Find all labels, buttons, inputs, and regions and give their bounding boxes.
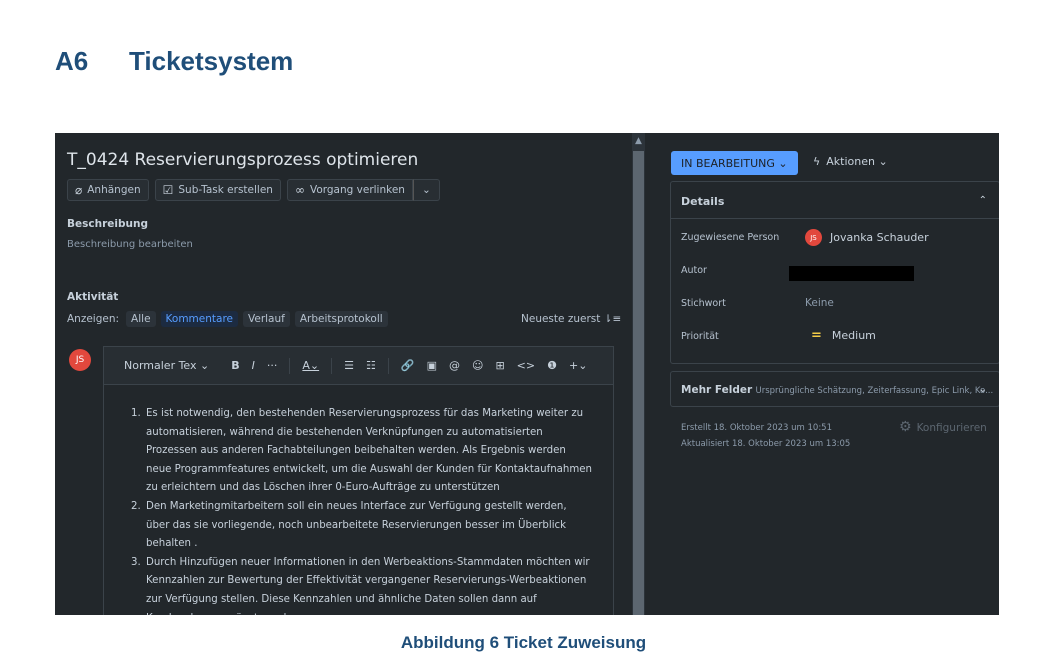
jira-screenshot: T_0424 Reservierungsprozess optimieren ⌀…: [55, 133, 999, 615]
toolbar-divider: [289, 357, 291, 374]
keyword-value[interactable]: Keine: [805, 297, 834, 309]
image-icon[interactable]: ▣: [427, 359, 437, 372]
activity-filters: Anzeigen: Alle Kommentare Verlauf Arbeit…: [67, 311, 388, 327]
details-panel: Details ⌃ Zugewiesene Person JS Jovanka …: [670, 181, 999, 364]
configure-label: Konfigurieren: [916, 422, 987, 434]
editor-toolbar: Normaler Tex ⌄ B I ··· A⌄ ☰ ☷ 🔗 ▣ @ ☺ ⊞ …: [104, 347, 613, 385]
filter-history[interactable]: Verlauf: [243, 311, 290, 327]
issue-main-pane: T_0424 Reservierungsprozess optimieren ⌀…: [55, 133, 632, 615]
activity-label: Aktivität: [67, 291, 119, 303]
chevron-down-icon[interactable]: ⌄: [979, 384, 987, 395]
priority-value[interactable]: = Medium: [805, 328, 876, 343]
more-fields-header: Mehr Felder Ursprüngliche Schätzung, Zei…: [681, 384, 993, 396]
subtask-label: Sub-Task erstellen: [178, 184, 273, 196]
more-fields-title: Mehr Felder: [681, 384, 753, 396]
actions-menu[interactable]: ϟ Aktionen ⌄: [813, 155, 888, 168]
subtask-icon: ☑: [162, 183, 174, 197]
issue-sidebar: IN BEARBEITUNG ⌄ ϟ Aktionen ⌄ Details ⌃ Z…: [645, 133, 999, 615]
assignee-name: Jovanka Schauder: [830, 231, 929, 244]
heading-number: A6: [55, 46, 89, 76]
attach-label: Anhängen: [87, 184, 141, 196]
link-issue-split: ∞ Vorgang verlinken ⌄: [286, 179, 440, 201]
link-issue-button[interactable]: ∞ Vorgang verlinken: [286, 179, 413, 201]
more-formatting-icon[interactable]: ···: [267, 359, 278, 372]
code-icon[interactable]: <>: [517, 359, 535, 372]
configure-button[interactable]: ⚙ Konfigurieren: [899, 419, 987, 435]
avatar: JS: [69, 349, 91, 371]
priority-label: Priorität: [681, 331, 719, 342]
paperclip-icon: ⌀: [75, 183, 83, 197]
emoji-icon[interactable]: ☺: [472, 359, 483, 372]
comment-editor[interactable]: Normaler Tex ⌄ B I ··· A⌄ ☰ ☷ 🔗 ▣ @ ☺ ⊞ …: [103, 346, 614, 615]
updated-timestamp: Aktualisiert 18. Oktober 2023 um 13:05: [681, 439, 851, 449]
description-label: Beschreibung: [67, 218, 148, 230]
issue-title[interactable]: T_0424 Reservierungsprozess optimieren: [67, 150, 418, 170]
info-icon[interactable]: ❶: [547, 359, 557, 372]
priority-text: Medium: [831, 329, 876, 342]
editor-content[interactable]: Es ist notwendig, den bestehenden Reserv…: [104, 385, 613, 615]
issue-action-buttons: ⌀ Anhängen ☑ Sub-Task erstellen ∞ Vorgang v…: [67, 179, 440, 201]
lightning-icon: ϟ: [813, 155, 821, 168]
keyword-label: Stichwort: [681, 298, 726, 309]
toolbar-divider: [387, 357, 389, 374]
toolbar-divider: [331, 357, 333, 374]
attach-button[interactable]: ⌀ Anhängen: [67, 179, 149, 201]
description-placeholder[interactable]: Beschreibung bearbeiten: [67, 239, 193, 250]
status-dropdown[interactable]: IN BEARBEITUNG ⌄: [671, 151, 798, 175]
details-title[interactable]: Details: [681, 195, 724, 208]
document-heading: A6 Ticketsystem: [55, 46, 293, 77]
insert-more-icon[interactable]: +⌄: [569, 359, 587, 372]
author-label: Autor: [681, 265, 707, 276]
chevron-down-icon: ⌄: [421, 184, 431, 196]
author-redacted: [789, 266, 914, 281]
list-item: Es ist notwendig, den bestehenden Reserv…: [144, 405, 593, 498]
more-actions-button[interactable]: ⌄: [412, 179, 440, 201]
figure-caption: Abbildung 6 Ticket Zuweisung: [400, 633, 647, 652]
scroll-up-icon[interactable]: ▲: [632, 136, 645, 146]
table-icon[interactable]: ⊞: [495, 359, 504, 372]
link-icon: ∞: [294, 183, 305, 197]
link-issue-label: Vorgang verlinken: [309, 184, 405, 196]
priority-medium-icon: =: [811, 328, 822, 343]
list-item: Durch Hinzufügen neuer Informationen in …: [144, 554, 593, 615]
created-timestamp: Erstellt 18. Oktober 2023 um 10:51: [681, 423, 832, 433]
filter-all[interactable]: Alle: [126, 311, 156, 327]
show-label: Anzeigen:: [67, 313, 120, 325]
actions-label: Aktionen ⌄: [826, 155, 888, 168]
italic-icon[interactable]: I: [252, 359, 255, 372]
mention-icon[interactable]: @: [449, 359, 460, 372]
filter-comments[interactable]: Kommentare: [160, 311, 238, 327]
filter-worklog[interactable]: Arbeitsprotokoll: [294, 311, 388, 327]
scrollbar[interactable]: ▲: [632, 133, 645, 615]
text-style-dropdown[interactable]: Normaler Tex ⌄: [124, 359, 209, 372]
scrollbar-thumb[interactable]: [633, 151, 644, 615]
assignee-label: Zugewiesene Person: [681, 232, 780, 243]
bold-icon[interactable]: B: [231, 359, 239, 372]
more-fields-list: Ursprüngliche Schätzung, Zeiterfassung, …: [755, 386, 994, 396]
heading-text: Ticketsystem: [129, 46, 294, 76]
gear-icon: ⚙: [899, 419, 912, 435]
link-icon[interactable]: 🔗: [401, 359, 415, 372]
avatar: JS: [805, 229, 822, 246]
list-item: Den Marketingmitarbeitern soll ein neues…: [144, 498, 593, 554]
text-color-icon[interactable]: A⌄: [302, 359, 319, 372]
divider: [671, 218, 999, 219]
numbered-list-icon[interactable]: ☷: [366, 359, 376, 372]
subtask-button[interactable]: ☑ Sub-Task erstellen: [154, 179, 281, 201]
assignee-value[interactable]: JS Jovanka Schauder: [805, 229, 929, 246]
more-fields-panel[interactable]: Mehr Felder Ursprüngliche Schätzung, Zei…: [670, 371, 999, 407]
sort-order-button[interactable]: Neueste zuerst ⇂≡: [521, 313, 621, 325]
bullet-list-icon[interactable]: ☰: [344, 359, 354, 372]
requirements-list: Es ist notwendig, den bestehenden Reserv…: [132, 405, 593, 615]
chevron-up-icon[interactable]: ⌃: [979, 195, 987, 206]
